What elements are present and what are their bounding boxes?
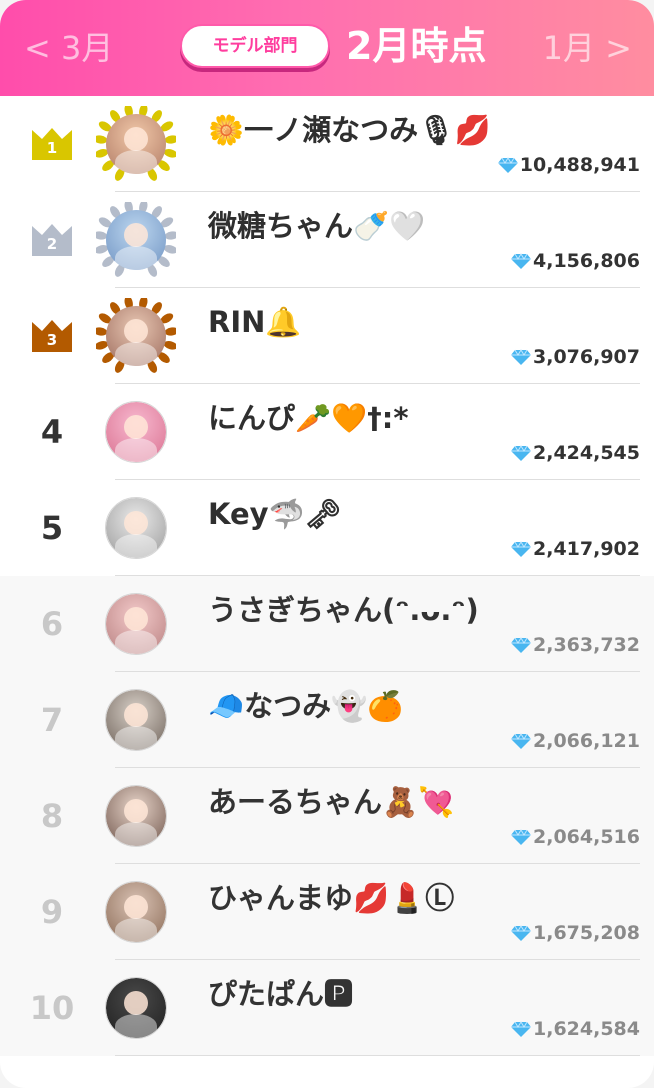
crown-icon: 1 — [32, 126, 72, 160]
row-divider — [115, 1055, 640, 1056]
ranking-row[interactable]: 7 🧢なつみ👻🍊 2,066,121 — [0, 672, 654, 768]
score-label: 3,076,907 — [511, 344, 640, 370]
user-name[interactable]: にんぴ🥕🧡†:* — [208, 398, 408, 438]
rank-number: 1 — [46, 139, 58, 157]
ranking-header: < 3月 モデル部門 2月時点 1月 > — [0, 0, 654, 96]
score-label: 1,624,584 — [511, 1016, 640, 1042]
ranking-row[interactable]: 10 ぴたぱん🅿 1,624,584 — [0, 960, 654, 1056]
rank-number: 8 — [40, 797, 64, 835]
user-name[interactable]: RIN🔔 — [208, 302, 302, 342]
rank-number: 2 — [46, 235, 58, 253]
rank-number: 9 — [40, 893, 64, 931]
user-name[interactable]: 🌼一ノ瀬なつみ🎙💋 — [208, 110, 491, 150]
rank-number: 4 — [40, 413, 64, 451]
score-value: 2,417,902 — [533, 538, 640, 560]
score-label: 2,417,902 — [511, 536, 640, 562]
ranking-row[interactable]: 1 🌼一ノ瀬なつみ🎙💋 10,488,941 — [0, 96, 654, 192]
user-name[interactable]: 微糖ちゃん🍼🤍 — [208, 206, 425, 246]
score-label: 2,064,516 — [511, 824, 640, 850]
score-value: 2,066,121 — [533, 730, 640, 752]
score-label: 4,156,806 — [511, 248, 640, 274]
category-badge[interactable]: モデル部門 — [180, 24, 330, 68]
ranking-row[interactable]: 5 Key🦈🗝 2,417,902 — [0, 480, 654, 576]
user-name[interactable]: あーるちゃん🧸💘 — [208, 782, 454, 822]
score-value: 10,488,941 — [519, 154, 640, 176]
user-name[interactable]: ぴたぱん🅿 — [208, 974, 353, 1014]
avatar[interactable] — [105, 881, 167, 943]
diamond-icon — [511, 1021, 532, 1037]
user-name[interactable]: Key🦈🗝 — [208, 494, 341, 534]
diamond-icon — [511, 253, 532, 269]
prev-month-link[interactable]: < 3月 — [24, 22, 113, 74]
crown-icon: 2 — [32, 222, 72, 256]
user-name[interactable]: ひゃんまゆ💋💄Ⓛ — [208, 878, 454, 918]
score-label: 2,066,121 — [511, 728, 640, 754]
rank-number: 10 — [29, 989, 75, 1027]
diamond-icon — [511, 637, 532, 653]
avatar[interactable] — [105, 497, 167, 559]
score-label: 2,424,545 — [511, 440, 640, 466]
score-label: 1,675,208 — [511, 920, 640, 946]
rank-number: 3 — [46, 331, 58, 349]
ranking-row[interactable]: 6 うさぎちゃん(ᵔ.ᴗ.ᵔ) 2,363,732 — [0, 576, 654, 672]
avatar[interactable] — [96, 106, 176, 182]
diamond-icon — [511, 541, 532, 557]
diamond-icon — [497, 157, 518, 173]
avatar[interactable] — [105, 785, 167, 847]
rank-number: 7 — [40, 701, 64, 739]
ranking-row[interactable]: 9 ひゃんまゆ💋💄Ⓛ 1,675,208 — [0, 864, 654, 960]
avatar[interactable] — [105, 593, 167, 655]
score-value: 4,156,806 — [533, 250, 640, 272]
period-title: 2月時点 — [346, 24, 487, 68]
rank-number: 5 — [40, 509, 64, 547]
avatar[interactable] — [96, 202, 176, 278]
score-value: 1,675,208 — [533, 922, 640, 944]
avatar[interactable] — [105, 401, 167, 463]
ranking-row[interactable]: 2 微糖ちゃん🍼🤍 4,156,806 — [0, 192, 654, 288]
ranking-card: < 3月 モデル部門 2月時点 1月 > 1 🌼一ノ瀬なつみ🎙💋 10,488,94… — [0, 0, 654, 1088]
avatar[interactable] — [105, 977, 167, 1039]
ranking-row[interactable]: 4 にんぴ🥕🧡†:* 2,424,545 — [0, 384, 654, 480]
diamond-icon — [511, 829, 532, 845]
score-label: 2,363,732 — [511, 632, 640, 658]
next-month-link[interactable]: 1月 > — [543, 22, 632, 74]
diamond-icon — [511, 925, 532, 941]
rank-number: 6 — [40, 605, 64, 643]
score-value: 2,424,545 — [533, 442, 640, 464]
ranking-row[interactable]: 8 あーるちゃん🧸💘 2,064,516 — [0, 768, 654, 864]
score-value: 1,624,584 — [533, 1018, 640, 1040]
score-value: 3,076,907 — [533, 346, 640, 368]
score-value: 2,064,516 — [533, 826, 640, 848]
crown-icon: 3 — [32, 318, 72, 352]
score-value: 2,363,732 — [533, 634, 640, 656]
avatar[interactable] — [105, 689, 167, 751]
ranking-list: 1 🌼一ノ瀬なつみ🎙💋 10,488,941 2 微糖ちゃん🍼🤍 4,156,806 3 RI… — [0, 96, 654, 1056]
score-label: 10,488,941 — [497, 152, 640, 178]
user-name[interactable]: うさぎちゃん(ᵔ.ᴗ.ᵔ) — [208, 590, 479, 630]
diamond-icon — [511, 733, 532, 749]
diamond-icon — [511, 445, 532, 461]
diamond-icon — [511, 349, 532, 365]
user-name[interactable]: 🧢なつみ👻🍊 — [208, 686, 403, 726]
avatar[interactable] — [96, 298, 176, 374]
ranking-row[interactable]: 3 RIN🔔 3,076,907 — [0, 288, 654, 384]
